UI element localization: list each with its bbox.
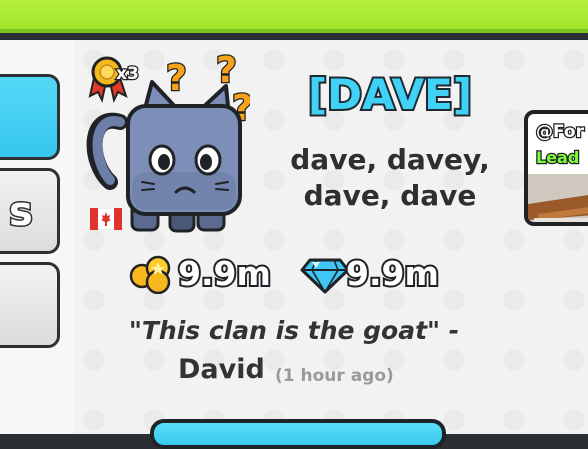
top-banner bbox=[0, 0, 588, 33]
left-tab-active[interactable] bbox=[0, 74, 60, 160]
clan-description-line-2: dave, dave bbox=[303, 179, 477, 212]
diamond-icon bbox=[300, 258, 350, 294]
coins-icon bbox=[129, 255, 171, 294]
leaderboard-handle: @For bbox=[535, 121, 586, 144]
clan-name: [DAVE] bbox=[306, 68, 474, 121]
canada-flag-icon bbox=[90, 208, 122, 230]
left-tab-label-2: s bbox=[8, 188, 35, 237]
clan-quote: "This clan is the goat" - bbox=[128, 316, 460, 345]
quote-time: (1 hour ago) bbox=[275, 366, 394, 386]
coins-value: 9.9m bbox=[176, 252, 273, 295]
quote-author: David bbox=[178, 354, 265, 385]
frame-strip bbox=[0, 33, 588, 40]
clan-description: dave, davey, dave, dave bbox=[270, 142, 510, 214]
leaderboard-card[interactable]: @For Lead bbox=[524, 110, 588, 226]
left-tab-2[interactable]: s bbox=[0, 168, 60, 254]
leaderboard-subtitle: Lead bbox=[535, 147, 581, 169]
medal-count: x3 bbox=[115, 63, 140, 86]
diamonds-stat: 9.9m bbox=[300, 252, 460, 296]
clan-action-button[interactable] bbox=[150, 419, 446, 449]
diamonds-value: 9.9m bbox=[344, 252, 441, 295]
leaderboard-art bbox=[528, 174, 588, 222]
coins-stat: 9.9m bbox=[128, 252, 288, 296]
clan-description-line-1: dave, davey, bbox=[290, 143, 490, 176]
svg-text:?: ? bbox=[166, 58, 187, 99]
